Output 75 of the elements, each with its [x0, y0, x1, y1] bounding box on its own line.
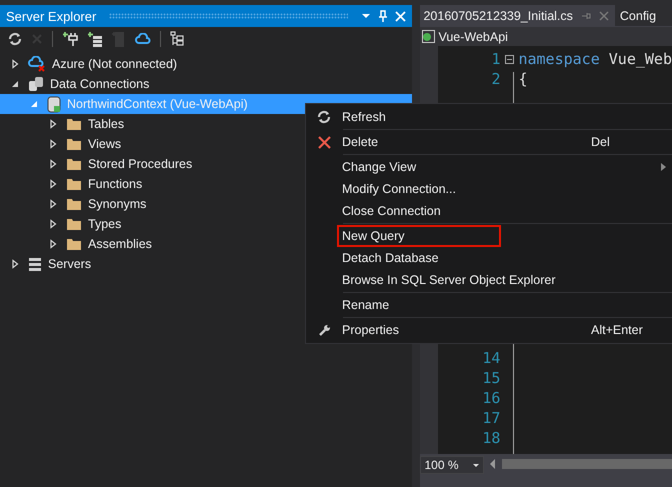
menu-item[interactable]: Close Connection	[306, 200, 672, 222]
code-line: {	[518, 70, 528, 88]
folder-icon	[66, 177, 82, 191]
cloud-icon[interactable]	[135, 33, 151, 45]
tree-item-label: Synonyms	[88, 197, 146, 211]
refresh-icon	[317, 110, 331, 124]
tree-item-label: Data Connections	[50, 77, 150, 91]
menu-item-label: Modify Connection...	[342, 181, 457, 198]
menu-item[interactable]: Change View	[306, 156, 672, 178]
tab-label: Config	[620, 8, 656, 22]
navigation-bar[interactable]: Vue-WebApi	[420, 26, 672, 46]
dropdown-icon	[472, 462, 480, 468]
collapse-icon[interactable]	[504, 54, 514, 64]
menu-item-label: Rename	[342, 297, 390, 314]
menu-item-label: Change View	[342, 159, 418, 176]
shortcut-label: Alt+Enter	[591, 323, 643, 337]
folder-icon	[66, 237, 82, 251]
tree-item-label: Functions	[88, 177, 142, 191]
line-number: 14	[481, 349, 500, 367]
scrollbar-thumb[interactable]	[502, 459, 672, 469]
line-number: 2	[490, 70, 500, 88]
menu-item-label: New Query	[340, 228, 498, 244]
code-line: namespace Vue_Web	[518, 50, 672, 68]
menu-item[interactable]: Modify Connection...	[306, 178, 672, 200]
tree-item-label: Servers	[48, 257, 92, 271]
shortcut-label: Del	[591, 135, 610, 149]
line-number: 15	[481, 369, 500, 387]
menu-item-label: Browse In SQL Server Object Explorer	[342, 272, 557, 289]
tree-item-label: Stored Procedures	[88, 157, 192, 171]
add-connection-icon[interactable]	[62, 31, 78, 47]
tree-item[interactable]: Azure (Not connected)	[0, 54, 412, 74]
server-icon	[28, 256, 42, 272]
menu-item-label: Close Connection	[342, 203, 442, 220]
line-number: 1	[490, 50, 500, 68]
menu-item-label: Detach Database	[342, 250, 440, 267]
tree-item-label: Types	[88, 217, 122, 231]
menu-item[interactable]: New Query	[306, 225, 672, 247]
panel-title: Server Explorer	[6, 8, 96, 24]
folder-icon	[66, 197, 82, 211]
menu-item[interactable]: Rename	[306, 294, 672, 316]
tree-item-label: Tables	[88, 117, 124, 131]
expand-arrow-icon[interactable]	[10, 259, 20, 269]
tree-item-label: NorthwindContext (Vue-WebApi)	[67, 97, 248, 111]
tree-item-label: Views	[88, 137, 122, 151]
navigation-label: Vue-WebApi	[438, 30, 508, 44]
folder-icon	[66, 157, 82, 171]
menu-item[interactable]: Browse In SQL Server Object Explorer	[306, 269, 672, 291]
scroll-left-icon[interactable]	[489, 458, 498, 470]
line-number: 17	[481, 409, 500, 427]
delete-icon	[318, 136, 330, 148]
dropdown-icon[interactable]	[361, 11, 372, 21]
wrench-icon	[318, 324, 330, 336]
cloud-icon	[28, 56, 46, 72]
line-number: 18	[481, 429, 500, 447]
tree-item-label: Azure (Not connected)	[52, 57, 178, 71]
tree-item-label: Assemblies	[88, 237, 152, 251]
folder-icon	[66, 117, 82, 131]
expand-arrow-icon[interactable]	[10, 59, 20, 69]
database-icon	[47, 96, 61, 112]
line-number: 16	[481, 389, 500, 407]
zoom-dropdown[interactable]: 100 %	[420, 456, 484, 474]
menu-item-label: Properties	[342, 322, 400, 339]
folder-icon	[66, 217, 82, 231]
database-icon	[28, 76, 44, 92]
tree-view-icon[interactable]	[170, 31, 184, 47]
project-icon	[422, 30, 436, 43]
menu-item[interactable]: Detach Database	[306, 247, 672, 269]
tree-item[interactable]: Data Connections	[0, 74, 412, 94]
folder-icon	[66, 137, 82, 151]
refresh-icon[interactable]	[8, 32, 22, 46]
add-server-icon[interactable]	[87, 31, 103, 47]
menu-item[interactable]: Properties Alt+Enter	[306, 319, 672, 341]
tab-label: 20160705212339_Initial.cs	[423, 8, 573, 22]
menu-item[interactable]: Delete Del	[306, 131, 672, 153]
menu-item-label: Delete	[342, 134, 380, 151]
